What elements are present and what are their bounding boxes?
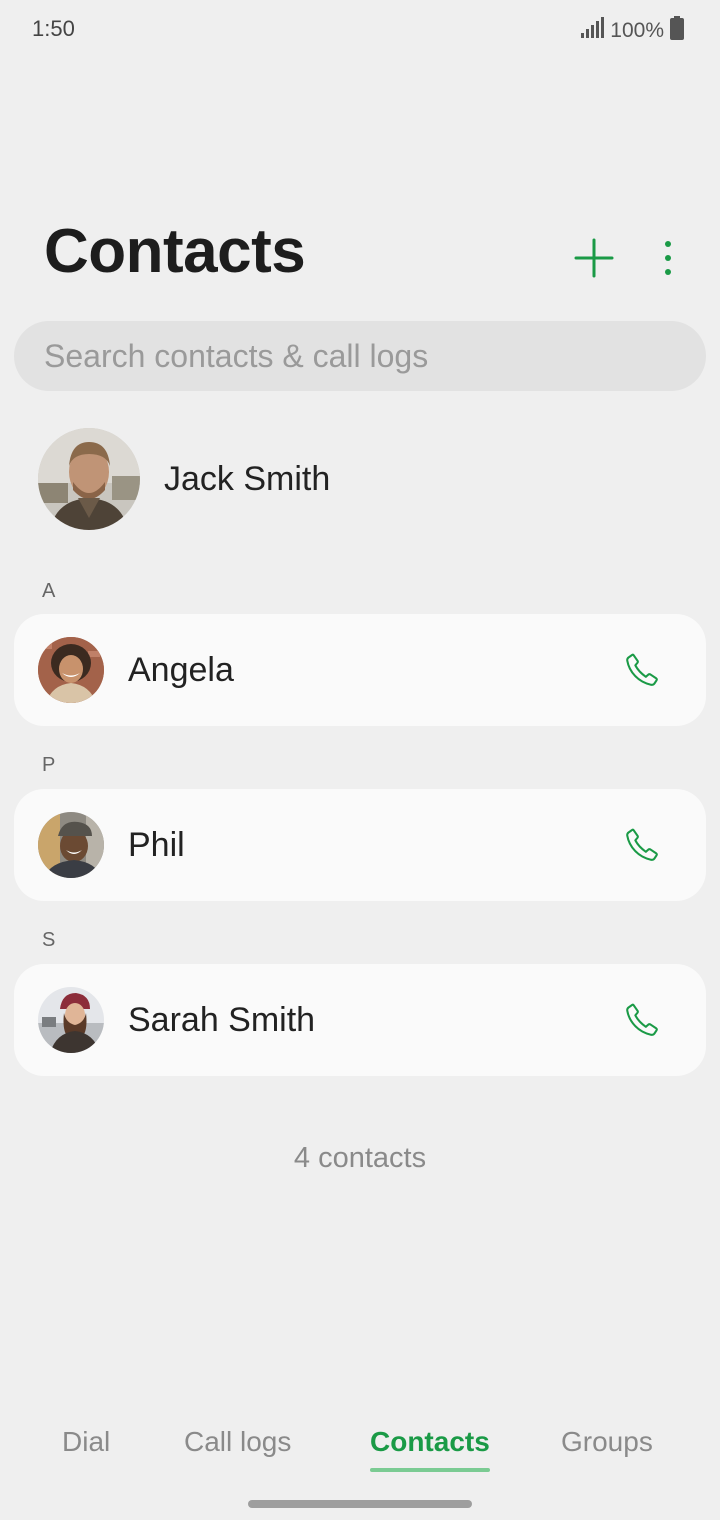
contact-avatar [38, 637, 104, 703]
phone-icon [626, 828, 658, 861]
tab-dial[interactable]: Dial [62, 1426, 110, 1458]
status-indicators: 100% [580, 16, 684, 46]
add-contact-button[interactable] [570, 234, 618, 282]
contact-avatar [38, 987, 104, 1053]
tab-groups[interactable]: Groups [561, 1426, 653, 1458]
tab-contacts[interactable]: Contacts [370, 1426, 490, 1472]
active-tab-indicator [370, 1468, 490, 1472]
contact-item-sarah-smith[interactable]: Sarah Smith [14, 964, 706, 1076]
search-bar[interactable] [14, 321, 706, 391]
call-button-sarah-smith[interactable] [614, 992, 670, 1048]
home-indicator[interactable] [248, 1500, 472, 1508]
signal-icon [580, 17, 605, 45]
page-title: Contacts [44, 217, 306, 286]
contacts-count: 4 contacts [293, 1142, 427, 1174]
status-time: 1:50 [32, 16, 75, 41]
profile-name: Jack Smith [164, 459, 331, 498]
contact-item-phil[interactable]: Phil [14, 789, 706, 901]
section-header-s: S [42, 929, 56, 951]
status-bar: 1:50 100% [0, 0, 720, 60]
bottom-tab-bar: Dial Call logs Contacts Groups [0, 1418, 720, 1488]
my-profile[interactable]: Jack Smith [38, 428, 678, 530]
section-header-p: P [42, 754, 56, 776]
battery-text: 100% [610, 19, 664, 42]
tab-call-logs[interactable]: Call logs [184, 1426, 291, 1458]
contact-name: Sarah Smith [128, 1000, 316, 1039]
phone-icon [626, 1003, 658, 1036]
plus-icon [574, 238, 614, 278]
profile-avatar [38, 428, 140, 530]
more-options-button[interactable] [650, 234, 686, 282]
contact-item-angela[interactable]: Angela [14, 614, 706, 726]
contact-name: Phil [128, 825, 185, 864]
call-button-angela[interactable] [614, 642, 670, 698]
contact-name: Angela [128, 650, 234, 689]
tab-contacts-label: Contacts [370, 1426, 490, 1457]
section-header-a: A [42, 580, 56, 602]
more-vertical-icon [665, 241, 671, 275]
contact-avatar [38, 812, 104, 878]
phone-icon [626, 653, 658, 686]
call-button-phil[interactable] [614, 817, 670, 873]
battery-icon [670, 16, 684, 46]
search-input[interactable] [44, 321, 684, 391]
